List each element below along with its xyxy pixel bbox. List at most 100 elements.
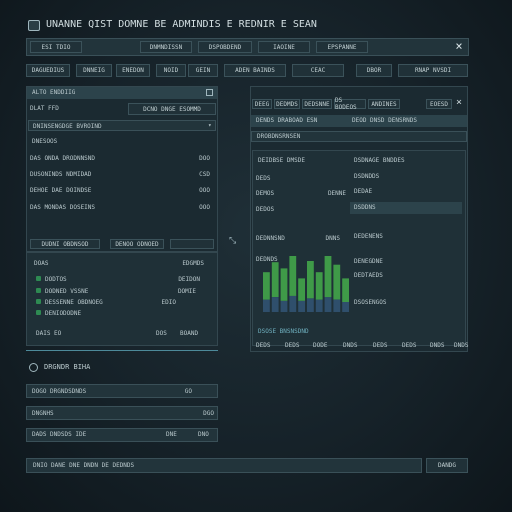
chart-legend-item: DENEGDNE [354, 258, 383, 265]
summary-row-label: DADS DNDSDS IDE [32, 431, 87, 438]
summary-row-content: DOGO DRGNDSDNDS GO [32, 387, 192, 395]
list-footer-right: BOAND [180, 330, 199, 337]
inner-row[interactable]: DEDNNSND DNNS [256, 233, 340, 243]
summary-row-content: DNGNHS DGO [32, 409, 214, 417]
status-icon [36, 287, 41, 293]
status-icon [36, 298, 41, 304]
toolbar-item-4[interactable]: EPSPANNE [316, 41, 368, 53]
bar-segment-base [315, 299, 323, 312]
bar-segment-top [298, 278, 305, 301]
inner-right-header: DSDNAGE BNDDES [354, 157, 405, 164]
toolbar-item-3[interactable]: IAOINE [258, 41, 310, 53]
inner-row[interactable]: DEMOS DENNE [256, 188, 346, 198]
list-header: DOAS EDGMDS [34, 259, 204, 267]
tab-4[interactable]: DS BODEOS [334, 97, 366, 111]
app-logo-icon [28, 20, 40, 31]
bar-chart [263, 256, 349, 312]
bar-segment-base [342, 302, 349, 312]
inner-right-row[interactable]: DSDNDDS [354, 173, 379, 180]
toolbar-item-1[interactable]: DNMNDISSN [140, 41, 192, 53]
list-item[interactable]: DODTOS DEIDON [36, 274, 200, 284]
subheader-value[interactable]: DCNO DNGE ESOMMD [128, 103, 216, 115]
bar-segment-top [333, 264, 341, 300]
section-icon [29, 363, 38, 372]
bar-segment-base [307, 298, 314, 312]
bar-segment-top [280, 268, 288, 301]
filter-8[interactable]: DBOR [356, 64, 392, 77]
footer-button-right[interactable]: DENOO ODNOED [110, 239, 164, 249]
toolbar-item-2[interactable]: DSPOBDEND [198, 41, 252, 53]
list-item[interactable]: DAS ONDA DRODNNSND DOO [30, 153, 210, 163]
bar-segment-base [333, 299, 341, 312]
filter-1[interactable]: DAGUEDIUS [26, 64, 70, 77]
bar-segment-top [307, 261, 314, 299]
tab-1[interactable]: DEEG [252, 99, 272, 109]
resize-handle-icon[interactable]: ⤡ [229, 236, 236, 246]
bar-segment-top [342, 278, 349, 302]
list-item[interactable]: DUSONINDS NDMIDAD CSD [30, 169, 210, 179]
divider [26, 350, 218, 351]
filter-9[interactable]: RNAP NVSDI [398, 64, 468, 77]
axis-label: DEDS [256, 342, 271, 349]
bar-segment-top [324, 256, 332, 298]
command-input[interactable]: DNIO DANE DNE DNDN DE DEDNDS [26, 458, 422, 473]
section-label: DNESOOS [32, 138, 58, 145]
collapse-icon[interactable] [206, 89, 213, 96]
chart-legend-item: DSOSENGOS [354, 299, 387, 306]
filter-4[interactable]: NOID [156, 64, 186, 77]
close-icon[interactable]: × [452, 38, 466, 54]
axis-label: DEDS [285, 342, 300, 349]
filter-6[interactable]: ADEN BAINDS [224, 64, 286, 77]
inner-right-row-selected[interactable]: DSDDNS [350, 202, 462, 214]
axis-label: DNDS [343, 342, 358, 349]
bar-segment-top [289, 256, 297, 296]
search-row[interactable]: DROBDNSRNSEN [251, 131, 467, 142]
status-icon [36, 309, 41, 315]
filter-3[interactable]: ENEDON [116, 64, 150, 77]
list-item[interactable]: DENIODODNE [36, 308, 196, 318]
chart-legend-item: DEDTAEDS [354, 272, 383, 279]
status-icon [36, 275, 41, 281]
tab-5[interactable]: ANDINES [368, 99, 400, 109]
bar-segment-base [298, 300, 305, 312]
list-item[interactable]: DODNED VSSNE DOMIE [36, 286, 196, 296]
list-item[interactable]: DEHOE DAE DOINDSE OOO [30, 185, 210, 195]
tab-6[interactable]: EOESD [426, 99, 452, 109]
bar-segment-base [289, 295, 297, 312]
list-footer-left: DAIS EO [36, 330, 62, 337]
tab-main[interactable]: ESI TDIO [30, 41, 82, 53]
bar-segment-base [263, 299, 270, 312]
inner-right-row[interactable]: DEDENENS [354, 233, 383, 240]
inner-row[interactable]: DEDS [256, 173, 346, 183]
bar-segment-top [271, 262, 279, 297]
list-item[interactable]: DESSENNE OBDNOEG EDIO [36, 297, 176, 307]
footer-button-left[interactable]: DUDNI OBDNSOD [30, 239, 100, 249]
summary-row-mid: DNE [166, 431, 177, 438]
inner-row[interactable]: DEDOS [256, 204, 346, 214]
list-item[interactable]: DAS MONDAS DOSEINS OOO [30, 202, 210, 212]
bar-segment-base [271, 297, 279, 312]
info-row-left: DENDS DRABOAD ESN [256, 117, 318, 124]
footer-button-spacer[interactable] [170, 239, 214, 249]
list-footer-mid: DOS [156, 330, 167, 337]
tab-3[interactable]: DEDSNNE [302, 99, 332, 109]
summary-row-value: DNO [198, 431, 209, 438]
filter-2[interactable]: DNNEIG [76, 64, 112, 77]
tab-2[interactable]: DEDMDS [274, 99, 300, 109]
section-title: DRGNDR BIHA [44, 363, 91, 371]
window-title: UNANNE QIST DOMNE BE ADMINDIS E REDNIR E… [46, 19, 317, 30]
category-dropdown[interactable]: DNINSENGDGE BVROIND [28, 120, 216, 131]
axis-label: DNDS [430, 342, 445, 349]
close-icon[interactable]: × [456, 97, 462, 108]
filter-5[interactable]: GEIN [188, 64, 218, 77]
axis-label: DODE [313, 342, 328, 349]
info-row-right: DEOD DNSD DENSRNDS [352, 117, 418, 124]
submit-button[interactable]: DANDG [426, 458, 468, 473]
chevron-down-icon: ▾ [208, 122, 212, 129]
bar-segment-top [315, 272, 323, 300]
bar-segment-top [263, 272, 270, 300]
axis-label: DNDS [454, 342, 469, 349]
left-panel-header: ALTO ENDDIIG [27, 87, 217, 99]
inner-right-row[interactable]: DEDAE [354, 188, 372, 195]
filter-7[interactable]: CEAC [292, 64, 344, 77]
